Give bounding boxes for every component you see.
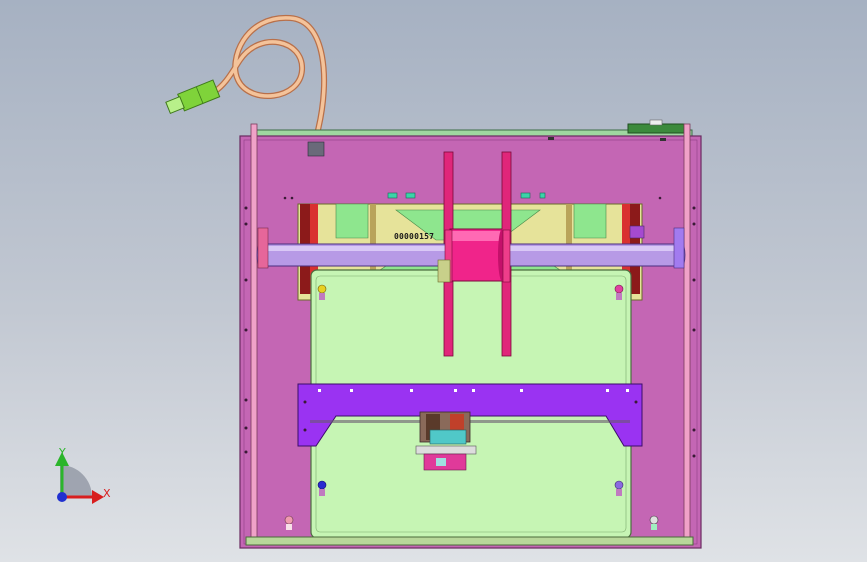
axis-x-label: X (103, 487, 111, 500)
right-side-rod (683, 123, 691, 545)
cad-viewport[interactable]: 00000157 Y X (0, 0, 867, 562)
axis-triad: Y X (55, 446, 111, 504)
left-side-rod (250, 123, 258, 545)
printer-assembly-drawing[interactable]: 00000157 Y X (0, 0, 867, 562)
usb-plug (165, 79, 221, 115)
axis-origin-icon (57, 492, 67, 502)
usb-cable (211, 14, 328, 133)
axis-y-label: Y (58, 446, 66, 459)
bottom-rail (245, 536, 694, 546)
spool-hub (449, 228, 506, 282)
part-number-label: 00000157 (394, 232, 434, 241)
top-connector (627, 123, 685, 134)
